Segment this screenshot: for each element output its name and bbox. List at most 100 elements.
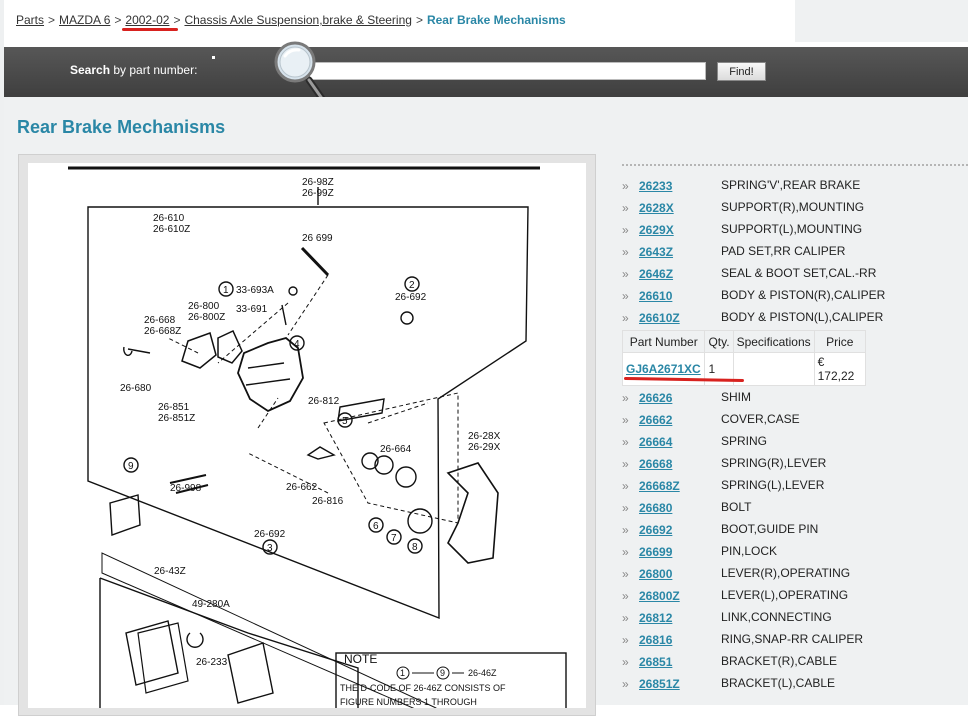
callout-number: 4 <box>294 339 300 350</box>
breadcrumb: Parts > MAZDA 6 >2002-02 > Chassis Axle Suspe… <box>16 13 566 27</box>
part-link[interactable]: 26233 <box>639 179 672 193</box>
double-chevron-icon: » <box>622 677 629 691</box>
part-link[interactable]: 26668 <box>639 457 672 471</box>
note-text: 9 <box>440 668 445 678</box>
part-link[interactable]: 26816 <box>639 633 672 647</box>
diagram-label: 26-680 <box>120 383 152 394</box>
double-chevron-icon: » <box>622 567 629 581</box>
detail-price: € 172,22 <box>813 352 867 386</box>
part-link[interactable]: 2629X <box>639 223 674 237</box>
part-link[interactable]: 26626 <box>639 391 672 405</box>
list-item: » 26851Z BRACKET(L),CABLE <box>622 674 968 696</box>
find-button[interactable]: Find! <box>717 62 766 81</box>
diagram-label: 33-693A <box>236 285 274 296</box>
highlight-underline-year <box>122 28 178 31</box>
col-part-number: Part Number <box>621 330 706 353</box>
diagram-label: 26-28X <box>468 431 501 442</box>
detail-spec <box>732 352 815 386</box>
part-description: LINK,CONNECTING <box>721 610 832 624</box>
part-link[interactable]: 26610Z <box>639 311 680 325</box>
list-item: » 26812 LINK,CONNECTING <box>622 608 968 630</box>
part-link[interactable]: 2628X <box>639 201 674 215</box>
part-description: BODY & PISTON(R),CALIPER <box>721 288 886 302</box>
list-item: » 26800 LEVER(R),OPERATING <box>622 564 968 586</box>
breadcrumb-year[interactable]: 2002-02 <box>125 13 169 27</box>
part-link[interactable]: 26851Z <box>639 677 680 691</box>
diagram-label: 26-692 <box>395 292 427 303</box>
part-description: BRACKET(L),CABLE <box>721 676 836 690</box>
callout-number: 2 <box>409 280 415 291</box>
double-chevron-icon: » <box>622 245 629 259</box>
diagram-label: 26-800 <box>188 301 220 312</box>
breadcrumb-separator: > <box>48 13 56 27</box>
callout-number: 1 <box>223 285 229 296</box>
header-side-panel <box>795 0 968 42</box>
double-chevron-icon: » <box>622 179 629 193</box>
diagram-label: 26-29X <box>468 442 501 453</box>
breadcrumb-parts[interactable]: Parts <box>16 13 44 27</box>
part-number-input[interactable] <box>309 62 706 80</box>
part-link[interactable]: 26851 <box>639 655 672 669</box>
part-link[interactable]: 26812 <box>639 611 672 625</box>
part-link[interactable]: 26668Z <box>639 479 680 493</box>
list-item: » 26626 SHIM <box>622 388 968 410</box>
note-text: THE D-CODE OF 26-46Z CONSISTS OF <box>340 683 506 693</box>
breadcrumb-separator: > <box>173 13 181 27</box>
diagram-label: 26-610 <box>153 213 185 224</box>
part-link[interactable]: 26680 <box>639 501 672 515</box>
part-link[interactable]: 2643Z <box>639 245 673 259</box>
callout-number: 6 <box>373 521 379 532</box>
part-number-link[interactable]: GJ6A2671XC <box>626 362 701 376</box>
note-text: 26-46Z <box>468 668 497 678</box>
note-text: FIGURE NUMBERS 1 THROUGH <box>340 697 477 707</box>
breadcrumb-current: Rear Brake Mechanisms <box>426 13 566 27</box>
diagram-label: 26-98Z <box>302 177 334 188</box>
diagram-label: 26-233 <box>196 657 228 668</box>
diagram-label: 26-610Z <box>153 224 190 235</box>
part-description: SUPPORT(L),MOUNTING <box>721 222 863 236</box>
parts-list: » 26233 SPRING'V',REAR BRAKE » 2628X SUPPORT(… <box>621 176 968 696</box>
diagram-label: 26-692 <box>254 529 286 540</box>
part-link[interactable]: 26800Z <box>639 589 680 603</box>
diagram-label: 26-800Z <box>188 312 225 323</box>
col-price: Price <box>813 330 867 353</box>
diagram-label: 26-851 <box>158 402 190 413</box>
diagram-label: 26-812 <box>308 396 340 407</box>
double-chevron-icon: » <box>622 267 629 281</box>
part-link[interactable]: 26662 <box>639 413 672 427</box>
list-item: » 2646Z SEAL & BOOT SET,CAL.-RR <box>622 264 968 286</box>
part-description: BOOT,GUIDE PIN <box>721 522 819 536</box>
double-chevron-icon: » <box>622 457 629 471</box>
list-item: » 26668Z SPRING(L),LEVER <box>622 476 968 498</box>
diagram-label: 26-851Z <box>158 413 195 424</box>
double-chevron-icon: » <box>622 413 629 427</box>
part-description: PIN,LOCK <box>721 544 778 558</box>
part-link[interactable]: 26692 <box>639 523 672 537</box>
part-link[interactable]: 26610 <box>639 289 672 303</box>
part-description: BOLT <box>721 500 752 514</box>
double-chevron-icon: » <box>622 201 629 215</box>
double-chevron-icon: » <box>622 501 629 515</box>
part-link[interactable]: 2646Z <box>639 267 673 281</box>
callout-number: 9 <box>128 461 134 472</box>
exploded-view-drawing: 26-98Z 26-99Z 26-610 26-610Z 26 699 33-6… <box>68 166 567 716</box>
double-chevron-icon: » <box>622 611 629 625</box>
part-description: SUPPORT(R),MOUNTING <box>721 200 865 214</box>
double-chevron-icon: » <box>622 311 629 325</box>
part-link[interactable]: 26800 <box>639 567 672 581</box>
callout-number: 5 <box>342 416 348 427</box>
breadcrumb-separator: > <box>114 13 122 27</box>
note-title: NOTE <box>344 652 377 666</box>
breadcrumb-chassis[interactable]: Chassis Axle Suspension,brake & Steering <box>184 13 411 27</box>
part-description: LEVER(R),OPERATING <box>721 566 851 580</box>
parts-diagram[interactable]: 26-98Z 26-99Z 26-610 26-610Z 26 699 33-6… <box>28 163 586 716</box>
double-chevron-icon: » <box>622 289 629 303</box>
page-title: Rear Brake Mechanisms <box>17 117 226 137</box>
search-dot <box>212 56 215 59</box>
part-link[interactable]: 26699 <box>639 545 672 559</box>
search-bar: Search by part number: Find! <box>4 47 968 97</box>
part-description: BODY & PISTON(L),CALIPER <box>721 310 884 324</box>
breadcrumb-mazda6[interactable]: MAZDA 6 <box>59 13 110 27</box>
double-chevron-icon: » <box>622 545 629 559</box>
part-link[interactable]: 26664 <box>639 435 672 449</box>
